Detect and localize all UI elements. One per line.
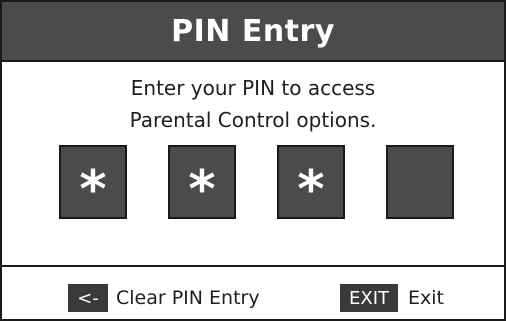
pin-digit-2-mask: * — [188, 160, 216, 220]
pin-digit-4[interactable] — [386, 145, 454, 219]
pin-digit-1-mask: * — [79, 160, 107, 220]
pin-input-row: * * * — [2, 145, 504, 221]
pin-digit-1[interactable]: * — [59, 145, 127, 219]
pin-digit-2[interactable]: * — [168, 145, 236, 219]
dialog-title: PIN Entry — [171, 13, 335, 49]
exit-key-badge[interactable]: EXIT — [340, 284, 398, 312]
title-bar: PIN Entry — [2, 2, 504, 62]
clear-key-badge[interactable]: <- — [68, 284, 108, 312]
pin-digit-3-mask: * — [297, 160, 325, 220]
instructions-line-2: Parental Control options. — [129, 108, 377, 132]
exit-label: Exit — [408, 287, 444, 309]
footer-legend: <- Clear PIN Entry EXIT Exit — [2, 282, 504, 314]
pin-digit-3[interactable]: * — [277, 145, 345, 219]
footer-divider — [2, 265, 504, 267]
instructions: Enter your PIN to access Parental Contro… — [2, 72, 504, 136]
instructions-line-1: Enter your PIN to access — [130, 76, 376, 100]
pin-entry-dialog: PIN Entry Enter your PIN to access Paren… — [0, 0, 506, 321]
clear-pin-label: Clear PIN Entry — [116, 287, 260, 309]
